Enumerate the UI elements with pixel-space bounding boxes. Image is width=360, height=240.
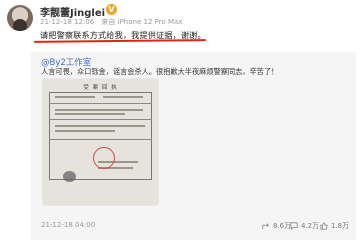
like-button[interactable]: 1.8万 — [320, 221, 349, 231]
comment-icon — [290, 222, 298, 230]
document-text-line — [103, 96, 143, 98]
document-rule — [49, 119, 152, 120]
share-button[interactable]: 8.6万 — [262, 221, 291, 231]
document-text-line — [55, 109, 143, 111]
like-count: 1.8万 — [331, 222, 350, 230]
document-text-line — [55, 96, 95, 98]
share-icon — [262, 223, 269, 230]
thumbs-up-icon — [320, 222, 328, 230]
document-text-line — [55, 113, 125, 115]
user-avatar[interactable] — [7, 5, 33, 31]
document-rule — [49, 139, 152, 140]
document-text-line — [55, 125, 145, 127]
document-title: 受 案 回 执 — [83, 85, 118, 91]
document-image[interactable]: 受 案 回 执 — [43, 79, 158, 205]
fingerprint-mark — [63, 171, 76, 182]
repost-text: 人言可畏，众口铄金，谣言会杀人。很抱歉大半夜麻烦警察同志，辛苦了！ — [41, 67, 279, 76]
verified-badge-icon: V — [106, 4, 117, 15]
share-count: 8.6万 — [273, 222, 292, 230]
document-rule — [49, 103, 152, 104]
post-meta: 21-12-18 12:06 来自 iPhone 12 Pro Max — [40, 17, 187, 27]
comment-count: 4.2万 — [301, 222, 320, 230]
comment-button[interactable]: 4.2万 — [290, 221, 319, 231]
repost-time: 21-12-18 04:00 — [41, 221, 96, 229]
red-seal-stamp — [93, 147, 115, 169]
post-source: 来自 iPhone 12 Pro Max — [101, 18, 183, 26]
document-text-line — [55, 130, 115, 132]
post-date: 21-12-18 12:06 — [40, 18, 95, 26]
red-underline — [33, 39, 207, 43]
